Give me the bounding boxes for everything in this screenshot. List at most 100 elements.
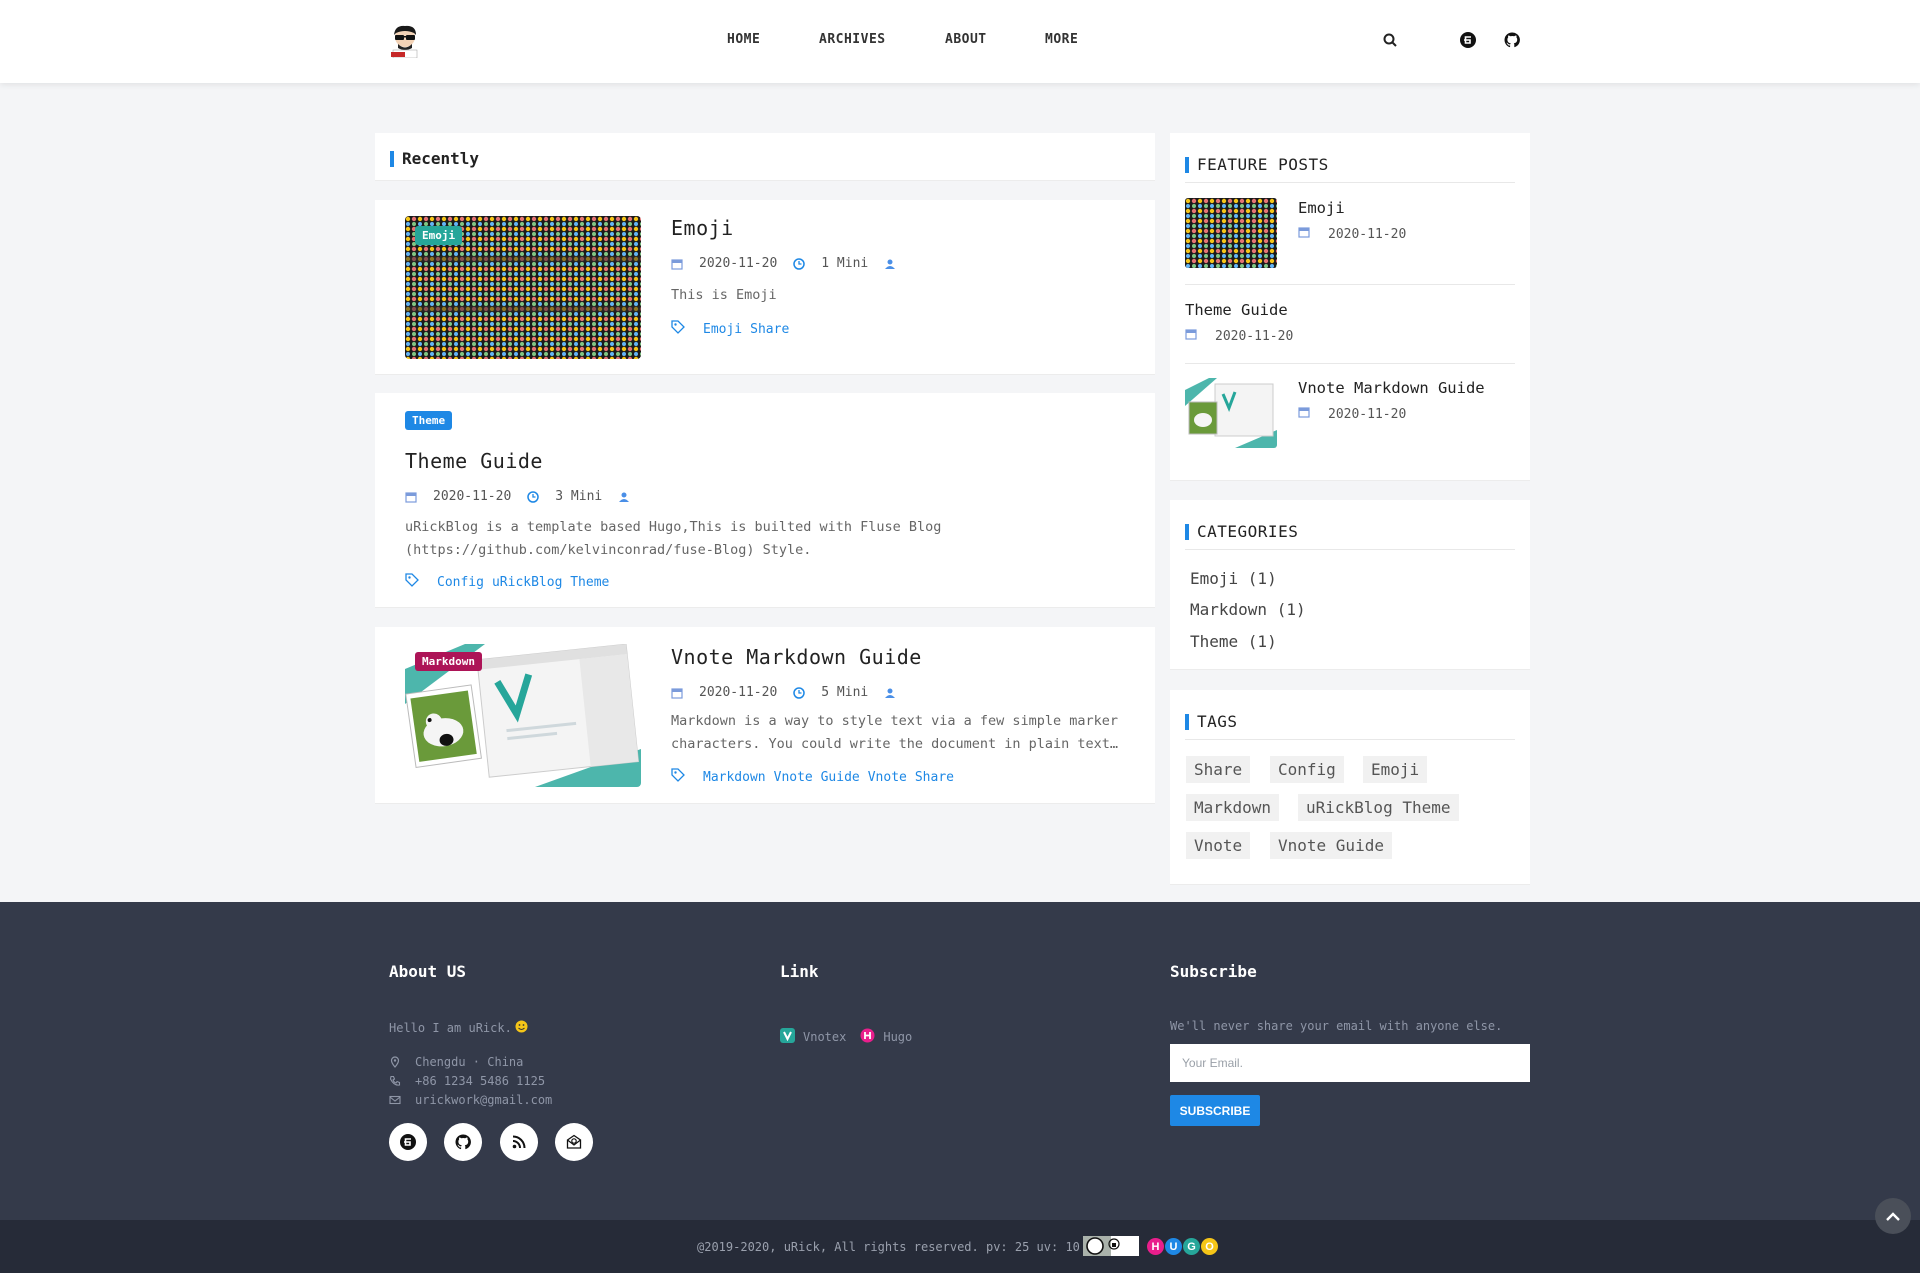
search-icon[interactable] <box>1380 30 1400 50</box>
post-tags: Config uRickBlog Theme <box>405 573 617 591</box>
rss-icon[interactable] <box>500 1123 538 1161</box>
feature-posts-heading: FEATURE POSTS <box>1185 155 1515 183</box>
categories-heading: CATEGORIES <box>1185 522 1515 550</box>
clock-icon <box>793 686 806 699</box>
tag-chip[interactable]: Config <box>1270 756 1344 783</box>
hugo-link[interactable]: Hugo <box>883 1030 912 1044</box>
top-navbar: HOME ARCHIVES ABOUT MORE <box>0 0 1920 83</box>
nav-more[interactable]: MORE <box>1045 32 1078 47</box>
post-tag-link[interactable]: Markdown <box>703 770 766 785</box>
post-tag-link[interactable]: uRickBlog Theme <box>492 575 609 590</box>
mail-contact-icon[interactable] <box>555 1123 593 1161</box>
mail-icon <box>389 1094 401 1106</box>
feature-post-title[interactable]: Emoji <box>1298 199 1345 217</box>
feature-date-text: 2020-11-20 <box>1328 406 1407 422</box>
gitee-icon[interactable] <box>1458 30 1478 50</box>
post-excerpt-line: uRickBlog is a template based Hugo,This … <box>405 519 942 535</box>
about-location: Chengdu · China <box>389 1055 523 1069</box>
subscribe-email-input[interactable] <box>1170 1044 1530 1082</box>
vnotex-icon <box>780 1028 795 1046</box>
about-us-heading: About US <box>389 962 467 981</box>
category-badge[interactable]: Emoji <box>415 226 463 245</box>
category-link[interactable]: Theme (1) <box>1190 632 1277 651</box>
post-title[interactable]: Emoji <box>671 216 734 240</box>
copyright-text: @2019-2020, uRick, All rights reserved. … <box>697 1240 1080 1254</box>
feature-posts-widget: FEATURE POSTS Emoji 2020-11-20 Theme Gui… <box>1170 133 1530 481</box>
subscribe-heading: Subscribe <box>1170 962 1257 981</box>
about-email: urickwork@gmail.com <box>389 1093 552 1107</box>
feature-post-date: 2020-11-20 <box>1185 328 1293 344</box>
user-icon <box>884 258 896 270</box>
about-hello: Hello I am uRick. <box>389 1020 528 1036</box>
about-hello-text: Hello I am uRick. <box>389 1021 512 1035</box>
section-bar <box>1185 156 1189 173</box>
divider <box>1185 363 1515 364</box>
post-excerpt-line: (https://github.com/kelvinconrad/fuse-Bl… <box>405 542 812 558</box>
cc-license-icon[interactable] <box>1083 1236 1139 1260</box>
read-time: 3 Mini <box>555 489 603 504</box>
tag-chip[interactable]: uRickBlog Theme <box>1298 794 1459 821</box>
post-tag-link[interactable]: Config <box>437 575 484 590</box>
feature-date-text: 2020-11-20 <box>1328 226 1407 242</box>
category-badge[interactable]: Markdown <box>415 652 482 671</box>
category-link[interactable]: Emoji (1) <box>1190 569 1277 588</box>
feature-post-date: 2020-11-20 <box>1298 226 1406 242</box>
post-title[interactable]: Theme Guide <box>405 449 543 473</box>
tag-chip[interactable]: Share <box>1186 756 1251 783</box>
nav-archives[interactable]: ARCHIVES <box>819 32 886 47</box>
feature-thumbnail[interactable] <box>1185 378 1277 448</box>
hugo-letter: U <box>1165 1238 1182 1255</box>
post-tag-link[interactable]: Share <box>750 322 789 337</box>
footer <box>0 902 1920 1220</box>
categories-widget: CATEGORIES Emoji (1) Markdown (1) Theme … <box>1170 500 1530 670</box>
post-meta: 2020-11-20 3 Mini <box>405 489 646 504</box>
about-phone: +86 1234 5486 1125 <box>389 1074 545 1088</box>
calendar-icon <box>1298 406 1310 422</box>
hugo-icon <box>860 1028 875 1046</box>
feature-post-title[interactable]: Theme Guide <box>1185 301 1288 319</box>
smile-emoji-icon <box>515 1020 528 1036</box>
tag-chip[interactable]: Vnote Guide <box>1270 832 1392 859</box>
tag-icon <box>671 768 685 786</box>
post-meta: 2020-11-20 5 Mini <box>671 685 912 700</box>
hugo-badge[interactable]: H U G O <box>1147 1238 1218 1255</box>
calendar-icon <box>1298 226 1310 242</box>
email-text[interactable]: urickwork@gmail.com <box>415 1093 552 1107</box>
post-tags: Emoji Share <box>671 320 797 338</box>
feature-post-title[interactable]: Vnote Markdown Guide <box>1298 379 1485 397</box>
tags-title: TAGS <box>1197 712 1238 731</box>
post-title[interactable]: Vnote Markdown Guide <box>671 645 922 669</box>
gitee-social-icon[interactable] <box>389 1123 427 1161</box>
clock-icon <box>527 490 540 503</box>
github-icon[interactable] <box>1502 30 1522 50</box>
tag-chip[interactable]: Vnote <box>1186 832 1251 859</box>
vnotex-link[interactable]: Vnotex <box>803 1030 846 1044</box>
user-icon <box>884 687 896 699</box>
hugo-letter: H <box>1147 1238 1164 1255</box>
recently-title: Recently <box>402 149 480 168</box>
post-tag-link[interactable]: Vnote Guide <box>774 770 860 785</box>
section-bar <box>390 150 394 167</box>
calendar-icon <box>1185 328 1197 344</box>
calendar-icon <box>671 687 683 699</box>
post-excerpt: This is Emoji <box>671 287 777 303</box>
feature-thumbnail[interactable] <box>1185 198 1277 268</box>
subscribe-button[interactable]: SUBSCRIBE <box>1170 1095 1260 1126</box>
user-icon <box>618 491 630 503</box>
chevron-up-icon <box>1885 1207 1901 1226</box>
github-social-icon[interactable] <box>444 1123 482 1161</box>
post-tag-link[interactable]: Share <box>915 770 954 785</box>
location-text: Chengdu · China <box>415 1055 524 1069</box>
calendar-icon <box>405 491 417 503</box>
back-to-top-button[interactable] <box>1875 1198 1911 1234</box>
section-bar <box>1185 713 1189 730</box>
nav-about[interactable]: ABOUT <box>945 32 987 47</box>
category-link[interactable]: Markdown (1) <box>1190 600 1306 619</box>
nav-home[interactable]: HOME <box>727 32 760 47</box>
tag-chip[interactable]: Emoji <box>1363 756 1428 783</box>
calendar-icon <box>671 258 683 270</box>
category-badge[interactable]: Theme <box>405 411 453 430</box>
post-tag-link[interactable]: Vnote <box>868 770 907 785</box>
tag-chip[interactable]: Markdown <box>1186 794 1280 821</box>
post-tag-link[interactable]: Emoji <box>703 322 742 337</box>
